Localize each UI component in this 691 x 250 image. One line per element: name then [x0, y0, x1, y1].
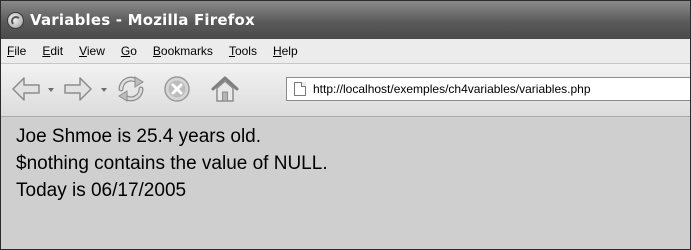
menu-bookmarks-accel: B — [152, 44, 161, 58]
forward-arrow-icon — [64, 77, 92, 101]
menu-file-label: ile — [14, 44, 27, 58]
menu-tools-label: ools — [234, 44, 257, 58]
reload-button[interactable] — [113, 73, 149, 105]
back-history-dropdown-icon[interactable] — [48, 88, 54, 92]
menu-edit-label: dit — [50, 44, 64, 58]
browser-window: Variables - Mozilla Firefox File Edit Vi… — [0, 0, 691, 250]
title-bar[interactable]: Variables - Mozilla Firefox — [1, 1, 690, 39]
forward-history-dropdown-icon[interactable] — [101, 88, 107, 92]
menu-tools[interactable]: Tools — [222, 39, 266, 63]
output-line-null: $nothing contains the value of NULL. — [16, 153, 328, 174]
navigation-toolbar: http://localhost/exemples/ch4variables/v… — [1, 64, 690, 117]
menu-help-accel: H — [272, 44, 282, 58]
menu-go-accel: G — [120, 44, 131, 58]
menu-bookmarks-label: ookmarks — [160, 44, 213, 58]
menu-help-label: elp — [281, 44, 298, 58]
reload-icon — [118, 76, 144, 102]
menu-go[interactable]: Go — [114, 39, 146, 63]
window-title: Variables - Mozilla Firefox — [30, 11, 255, 29]
output-line-date: Today is 06/17/2005 — [16, 180, 187, 201]
home-icon — [211, 76, 239, 102]
menu-go-label: o — [130, 44, 137, 58]
address-bar[interactable]: http://localhost/exemples/ch4variables/v… — [286, 77, 690, 101]
url-field[interactable]: http://localhost/exemples/ch4variables/v… — [313, 82, 591, 96]
menu-edit[interactable]: Edit — [35, 39, 72, 63]
menu-help[interactable]: Help — [266, 39, 307, 63]
firefox-icon — [7, 11, 24, 29]
menu-file[interactable]: File — [1, 39, 35, 63]
back-button[interactable] — [9, 74, 43, 104]
home-button[interactable] — [208, 73, 242, 105]
forward-button[interactable] — [61, 74, 95, 104]
stop-button[interactable] — [160, 74, 194, 104]
menu-view-label: iew — [86, 44, 105, 58]
back-arrow-icon — [12, 77, 40, 101]
stop-icon — [164, 76, 190, 102]
menu-bar: File Edit View Go Bookmarks Tools Help — [1, 39, 690, 64]
menu-bookmarks[interactable]: Bookmarks — [146, 39, 222, 63]
page-content: Joe Shmoe is 25.4 years old. $nothing co… — [1, 117, 690, 249]
menu-view-accel: V — [79, 44, 87, 58]
output-line-age: Joe Shmoe is 25.4 years old. — [16, 126, 262, 147]
page-icon — [294, 82, 306, 96]
menu-view[interactable]: View — [72, 39, 114, 63]
